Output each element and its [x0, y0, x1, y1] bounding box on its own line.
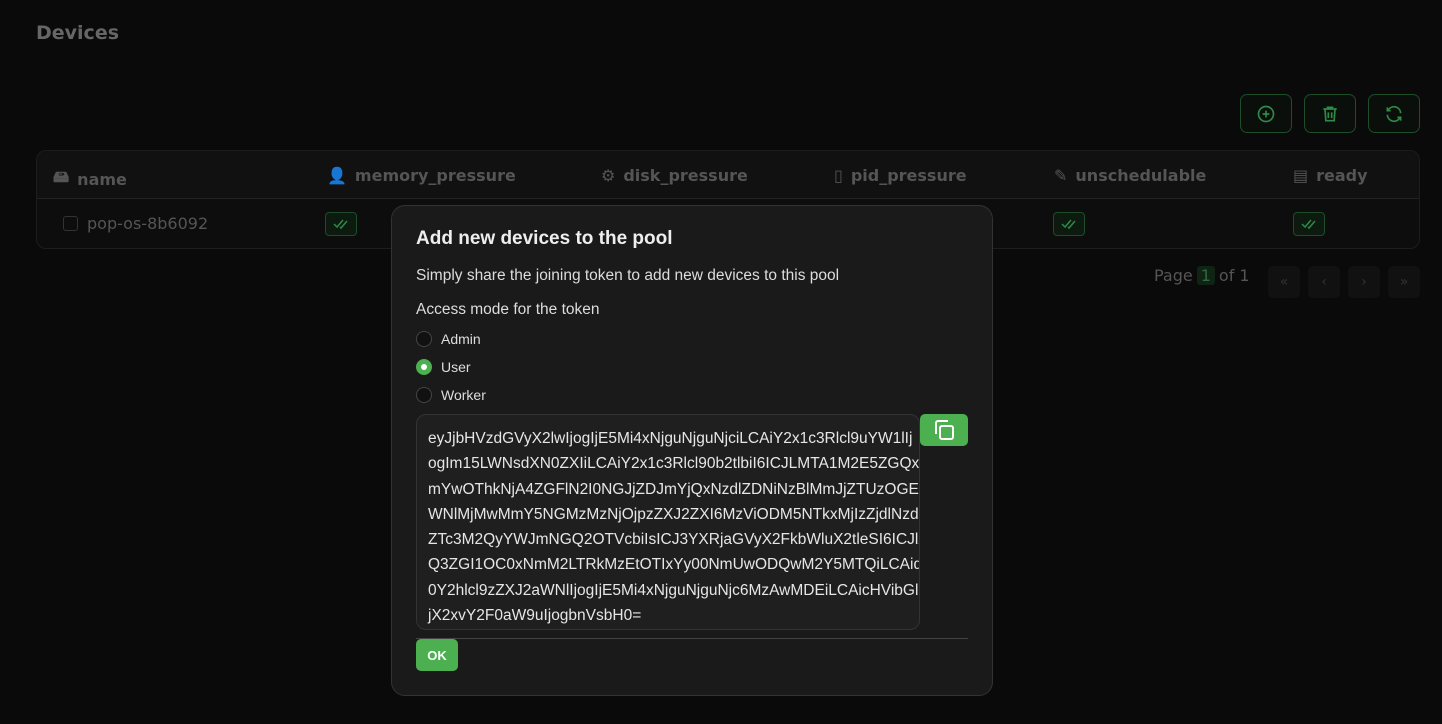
radio-user[interactable]: User	[416, 359, 471, 375]
radio-worker[interactable]: Worker	[416, 387, 486, 403]
ok-button[interactable]: OK	[416, 639, 458, 671]
pagination-info: Page 1 of 1	[1154, 266, 1250, 285]
row-checkbox[interactable]	[63, 216, 78, 231]
modal-title: Add new devices to the pool	[416, 228, 673, 249]
user-icon: 👤	[327, 166, 347, 185]
prev-page-button[interactable]: ‹	[1308, 266, 1340, 298]
refresh-icon	[1386, 105, 1402, 122]
memory-pressure-check	[325, 212, 357, 236]
current-page: 1	[1196, 266, 1215, 285]
column-name[interactable]: 🖴 name	[53, 166, 127, 193]
radio-admin[interactable]: Admin	[416, 331, 481, 347]
column-disk-pressure[interactable]: ⚙ disk_pressure	[601, 166, 748, 185]
add-device-button[interactable]	[1240, 94, 1292, 133]
divider	[416, 638, 968, 639]
delete-device-button[interactable]	[1304, 94, 1356, 133]
copy-icon	[935, 420, 954, 440]
next-page-button[interactable]: ›	[1348, 266, 1380, 298]
add-devices-modal: Add new devices to the pool Simply share…	[391, 205, 993, 696]
last-page-button[interactable]: »	[1388, 266, 1420, 298]
cpu-icon: ⚙	[601, 166, 616, 185]
page-title: Devices	[36, 22, 120, 44]
trash-icon	[1323, 106, 1337, 121]
plus-circle-icon	[1257, 105, 1275, 122]
radio-circle[interactable]	[416, 387, 432, 403]
radio-circle[interactable]	[416, 359, 432, 375]
ready-check	[1293, 212, 1325, 236]
column-memory-pressure[interactable]: 👤 memory_pressure	[327, 166, 516, 185]
memory-card-icon: ▯	[834, 166, 843, 185]
table-header: 🖴 name 👤 memory_pressure ⚙ disk_pressure ▯ p…	[37, 151, 1419, 199]
column-ready[interactable]: ▤ ready	[1293, 166, 1368, 185]
double-check-icon	[1301, 219, 1316, 230]
double-check-icon	[333, 219, 348, 230]
column-pid-pressure[interactable]: ▯ pid_pressure	[834, 166, 967, 185]
access-mode-label: Access mode for the token	[416, 301, 600, 318]
modal-subtitle: Simply share the joining token to add ne…	[416, 267, 840, 284]
column-unschedulable[interactable]: ✎ unschedulable	[1054, 166, 1206, 185]
first-page-button[interactable]: «	[1268, 266, 1300, 298]
radio-circle[interactable]	[416, 331, 432, 347]
server-icon: 🖴	[53, 167, 70, 186]
refresh-button[interactable]	[1368, 94, 1420, 133]
double-check-icon	[1061, 219, 1076, 230]
device-name: pop-os-8b6092	[87, 214, 209, 233]
ram-icon: ▤	[1293, 166, 1309, 185]
edit-note-icon: ✎	[1054, 166, 1068, 185]
unschedulable-check	[1053, 212, 1085, 236]
copy-token-button[interactable]	[920, 414, 968, 446]
token-textarea[interactable]: eyJjbHVzdGVyX2lwIjogIjE5Mi4xNjguNjguNjci…	[416, 414, 920, 630]
